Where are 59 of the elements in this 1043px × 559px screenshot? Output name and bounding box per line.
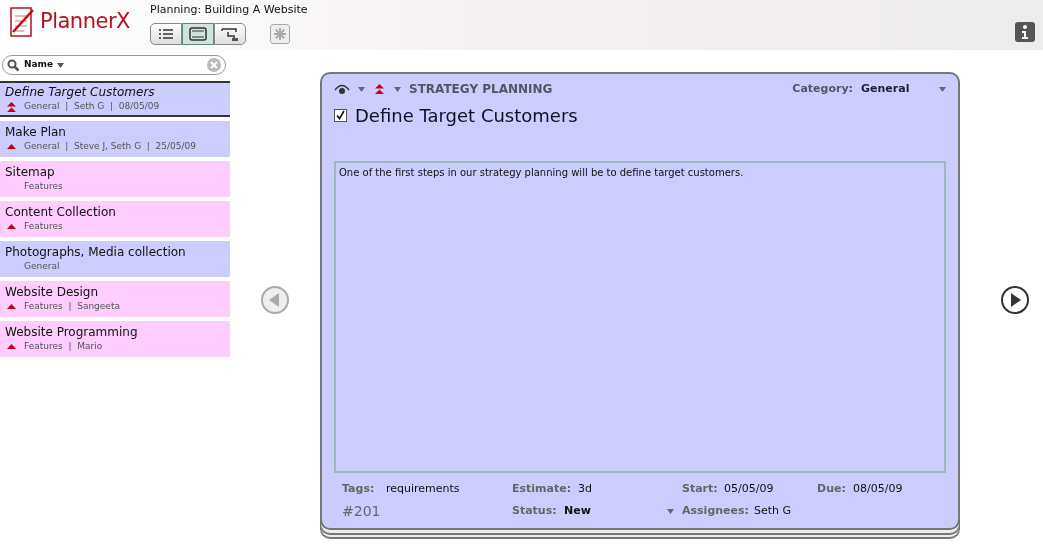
field-label: Due:: [817, 480, 847, 497]
field-label: Assignees:: [682, 503, 750, 520]
app-logo: PlannerX: [40, 8, 130, 36]
task-title: Define Target Customers: [5, 85, 156, 100]
task-number: #201: [342, 502, 382, 521]
view-toggle-button[interactable]: [214, 22, 246, 45]
view-toggle-button[interactable]: [150, 22, 182, 45]
task-title: Sitemap: [5, 165, 56, 180]
search-field[interactable]: Name: [2, 55, 226, 75]
task-item[interactable]: Define Target Customers General | Seth G | 08/05/09: [0, 81, 230, 117]
dropdown-caret-icon[interactable]: [939, 86, 946, 92]
category-value[interactable]: General: [861, 80, 931, 98]
task-title: Website Design: [5, 285, 100, 300]
field-value[interactable]: 08/05/09: [853, 480, 903, 497]
search-icon: [7, 58, 20, 72]
chart-view-icon: [220, 25, 240, 42]
task-meta: General | Seth G | 08/05/09: [24, 100, 160, 113]
done-checkbox[interactable]: [334, 109, 347, 122]
task-title: Content Collection: [5, 205, 117, 220]
field-value[interactable]: 05/05/09: [724, 480, 774, 497]
task-item[interactable]: Website Design Features | Sangeeta: [0, 281, 230, 317]
field-label: Estimate:: [512, 480, 573, 497]
eye-icon[interactable]: [334, 83, 350, 95]
section-label: STRATEGY PLANNING: [409, 81, 553, 98]
task-meta: Features: [24, 180, 63, 193]
task-meta: General | Steve J, Seth G | 25/05/09: [24, 140, 197, 153]
task-item[interactable]: Content Collection Features: [0, 201, 230, 237]
task-title: Make Plan: [5, 125, 67, 140]
task-item[interactable]: Sitemap Features: [0, 161, 230, 197]
dropdown-caret-icon[interactable]: [358, 86, 365, 92]
field-value[interactable]: 3d: [578, 480, 592, 497]
view-toggle-button[interactable]: [182, 22, 214, 45]
field-value[interactable]: New: [564, 503, 591, 520]
field-value[interactable]: Seth G: [754, 503, 792, 520]
dropdown-caret-icon[interactable]: [394, 86, 401, 92]
star-icon: [274, 28, 286, 40]
field-value[interactable]: requirements: [386, 480, 460, 497]
search-scope[interactable]: Name: [24, 58, 54, 72]
field-label: Start:: [682, 480, 719, 497]
logo-icon: [8, 4, 36, 40]
task-meta: Features | Sangeeta: [24, 300, 120, 313]
task-meta: General: [24, 260, 60, 273]
task-meta: Features: [24, 220, 63, 233]
task-item[interactable]: Website Programming Features | Mario: [0, 321, 230, 357]
project-title: Planning: Building A Website: [150, 2, 308, 18]
category-label: Category:: [792, 80, 853, 97]
dropdown-caret-icon[interactable]: [667, 508, 674, 514]
task-item[interactable]: Photographs, Media collection General: [0, 241, 230, 277]
task-title[interactable]: Define Target Customers: [355, 102, 578, 129]
field-label: Status:: [512, 503, 558, 520]
info-icon[interactable]: [1015, 22, 1035, 42]
card-view-icon: [188, 25, 208, 42]
task-meta: Features | Mario: [24, 340, 103, 353]
description-field[interactable]: One of the first steps in our strategy planning will be to define target customers.: [334, 161, 946, 473]
dropdown-caret-icon[interactable]: [57, 62, 65, 68]
field-label: Tags:: [342, 480, 376, 497]
task-title: Photographs, Media collection: [5, 245, 187, 260]
task-item[interactable]: Make Plan General | Steve J, Seth G | 25/05/09: [0, 121, 230, 157]
task-title: Website Programming: [5, 325, 139, 340]
